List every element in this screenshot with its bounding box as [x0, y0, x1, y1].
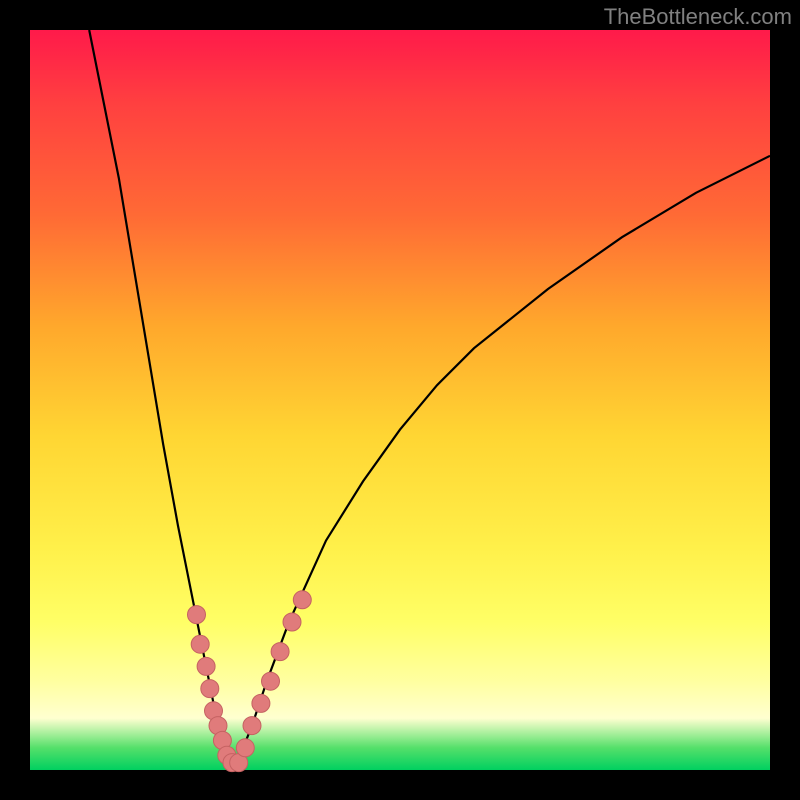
data-marker — [191, 635, 209, 653]
data-marker — [293, 591, 311, 609]
data-marker — [236, 739, 254, 757]
chart-frame: TheBottleneck.com — [0, 0, 800, 800]
bottleneck-curve — [89, 30, 770, 770]
data-marker — [197, 657, 215, 675]
data-marker — [188, 606, 206, 624]
data-markers — [188, 591, 312, 772]
data-marker — [252, 694, 270, 712]
data-marker — [243, 717, 261, 735]
watermark-text: TheBottleneck.com — [604, 4, 792, 30]
chart-svg — [30, 30, 770, 770]
data-marker — [262, 672, 280, 690]
data-marker — [201, 680, 219, 698]
data-marker — [283, 613, 301, 631]
data-marker — [271, 643, 289, 661]
